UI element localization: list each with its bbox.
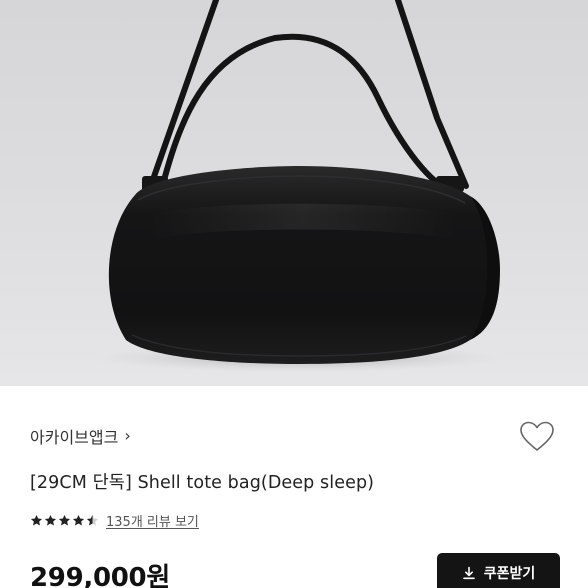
product-title: [29CM 단독] Shell tote bag(Deep sleep) xyxy=(30,473,375,493)
product-image[interactable] xyxy=(0,0,588,386)
star-full-icon xyxy=(30,514,43,526)
bag-illustration xyxy=(93,0,503,372)
coupon-button-label: 쿠폰받기 xyxy=(483,566,536,582)
rating-stars xyxy=(30,514,99,527)
star-full-icon xyxy=(58,514,71,526)
like-button[interactable] xyxy=(517,419,557,455)
rating-row: 135개 리뷰 보기 xyxy=(30,511,199,530)
coupon-button[interactable]: 쿠폰받기 xyxy=(437,553,560,588)
chevron-right-icon: › xyxy=(124,426,131,445)
product-detail-screen: 아카이브앱크 › [29CM 단독] Shell tote bag(Deep s… xyxy=(0,0,588,588)
product-price: 299,000원 xyxy=(30,563,170,588)
brand-link[interactable]: 아카이브앱크 › xyxy=(30,424,131,448)
download-icon xyxy=(462,566,475,580)
heart-outline-icon xyxy=(520,421,554,451)
brand-name: 아카이브앱크 xyxy=(30,428,119,447)
star-full-icon xyxy=(72,514,85,526)
star-half-icon xyxy=(86,514,99,526)
review-link[interactable]: 135개 리뷰 보기 xyxy=(106,511,199,530)
star-full-icon xyxy=(44,514,57,526)
